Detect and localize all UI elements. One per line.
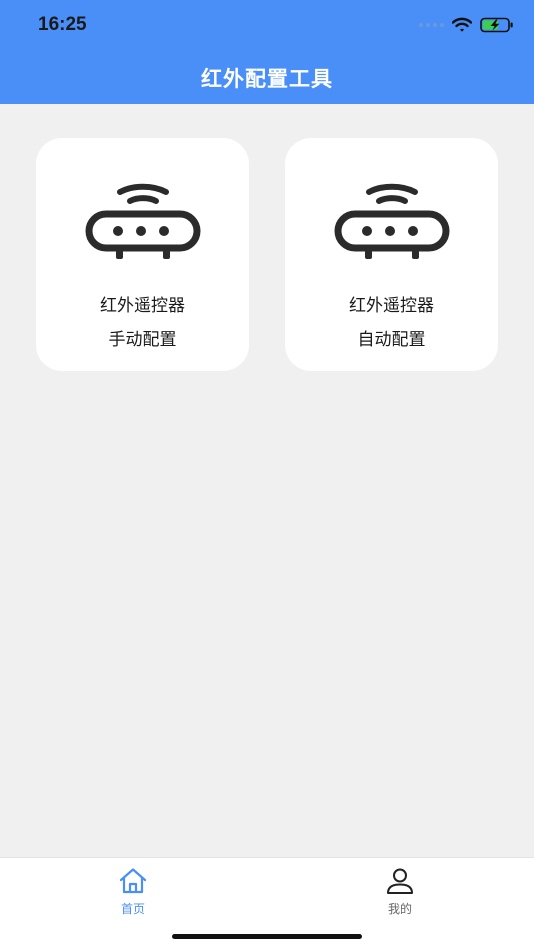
battery-charging-icon — [480, 17, 513, 33]
status-time: 16:25 — [38, 14, 87, 35]
card-subtitle: 手动配置 — [108, 330, 177, 350]
user-icon — [387, 868, 413, 894]
manual-config-card[interactable]: 红外遥控器 手动配置 — [36, 138, 249, 371]
wifi-icon — [452, 17, 472, 32]
tab-home-label: 首页 — [120, 902, 145, 916]
home-indicator — [172, 934, 362, 939]
router-icon — [334, 183, 449, 259]
app-header: 16:25 红外配置工具 — [0, 0, 534, 104]
tab-mine[interactable]: 我的 — [360, 866, 440, 917]
cellular-signal-icon — [419, 23, 444, 27]
auto-config-card[interactable]: 红外遥控器 自动配置 — [285, 138, 498, 371]
router-icon — [85, 183, 200, 259]
tab-home[interactable]: 首页 — [93, 866, 173, 917]
page-title: 红外配置工具 — [201, 67, 333, 91]
card-subtitle: 自动配置 — [357, 330, 426, 350]
status-icons — [419, 17, 514, 33]
tab-mine-label: 我的 — [387, 902, 412, 916]
home-icon — [119, 868, 147, 894]
card-title: 红外遥控器 — [100, 296, 185, 316]
card-title: 红外遥控器 — [349, 296, 434, 316]
